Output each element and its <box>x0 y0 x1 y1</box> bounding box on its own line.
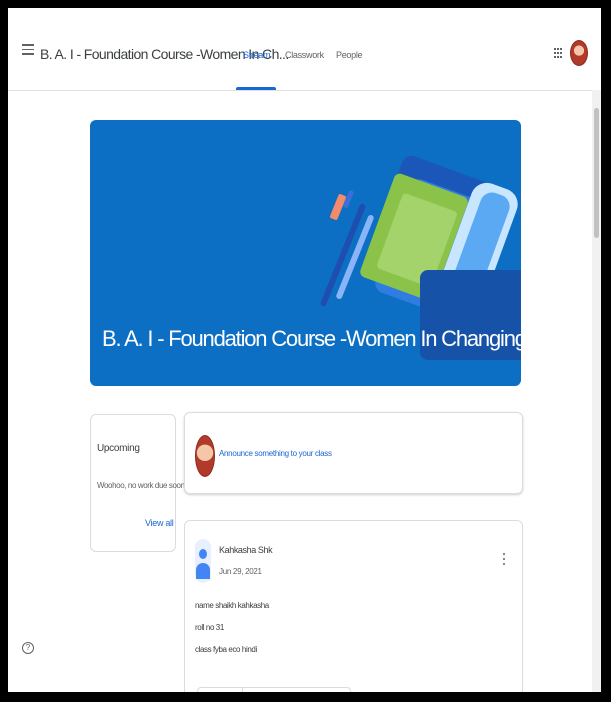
user-avatar <box>195 435 215 477</box>
tab-people[interactable]: People <box>336 50 363 60</box>
post-line: name shaikh kahkasha <box>195 601 269 610</box>
help-icon[interactable]: ? <box>22 642 34 654</box>
top-bar: B. A. I - Foundation Course -Women In Ch… <box>8 8 601 91</box>
app-window: B. A. I - Foundation Course -Women In Ch… <box>8 8 601 692</box>
view-all-link[interactable]: View all <box>145 518 174 528</box>
attachment-chip[interactable] <box>197 687 351 692</box>
tab-classwork[interactable]: Classwork <box>285 50 324 60</box>
account-avatar[interactable] <box>570 40 588 66</box>
stream-post: Kahkasha Shk Jun 29, 2021 name shaikh ka… <box>184 520 523 692</box>
more-options-icon[interactable] <box>503 553 506 568</box>
scrollbar-thumb[interactable] <box>594 108 599 238</box>
upcoming-empty-text: Woohoo, no work due soon! <box>97 481 187 490</box>
upcoming-title: Upcoming <box>97 443 140 454</box>
active-tab-indicator <box>236 87 276 90</box>
announce-input[interactable]: Announce something to your class <box>219 449 332 458</box>
tab-stream[interactable]: Stream <box>243 50 271 60</box>
post-line: class fyba eco hindi <box>195 645 257 654</box>
upcoming-card: Upcoming Woohoo, no work due soon! View … <box>90 414 187 552</box>
announce-card[interactable]: Announce something to your class <box>184 412 523 494</box>
post-line: roll no 31 <box>195 623 224 632</box>
class-banner: B. A. I - Foundation Course -Women In Ch… <box>90 120 521 386</box>
apps-icon[interactable] <box>554 48 562 58</box>
post-date: Jun 29, 2021 <box>219 567 262 576</box>
banner-title: B. A. I - Foundation Course -Women In Ch… <box>102 326 521 351</box>
menu-icon[interactable] <box>22 44 34 55</box>
post-author: Kahkasha Shk <box>219 545 273 555</box>
author-avatar-icon <box>195 539 211 583</box>
